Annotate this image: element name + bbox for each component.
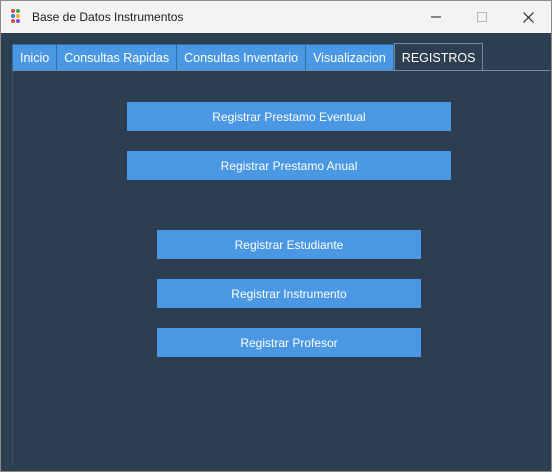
title-bar[interactable]: Base de Datos Instrumentos — [1, 1, 551, 33]
maximize-button[interactable] — [459, 1, 505, 33]
registrar-instrumento-button[interactable]: Registrar Instrumento — [157, 279, 421, 308]
maximize-icon — [477, 12, 487, 22]
registrar-estudiante-button[interactable]: Registrar Estudiante — [157, 230, 421, 259]
tab-registros[interactable]: REGISTROS — [393, 43, 484, 71]
tab-visualizacion[interactable]: Visualizacion — [306, 44, 394, 71]
registrar-prestamo-eventual-button[interactable]: Registrar Prestamo Eventual — [127, 102, 451, 131]
tab-consultas-rapidas[interactable]: Consultas Rapidas — [57, 44, 178, 71]
minimize-icon — [431, 16, 441, 18]
close-icon — [522, 11, 534, 23]
registrar-profesor-button[interactable]: Registrar Profesor — [157, 328, 421, 357]
close-button[interactable] — [505, 1, 551, 33]
registrar-prestamo-anual-button[interactable]: Registrar Prestamo Anual — [127, 151, 451, 180]
window-title: Base de Datos Instrumentos — [32, 10, 184, 24]
app-window: Base de Datos Instrumentos Inicio Consul… — [0, 0, 552, 472]
tab-inicio[interactable]: Inicio — [12, 44, 58, 71]
tab-bar: Inicio Consultas Rapidas Consultas Inven… — [12, 43, 484, 71]
app-dots-icon — [11, 9, 25, 25]
tab-consultas-inventario[interactable]: Consultas Inventario — [177, 44, 307, 71]
minimize-button[interactable] — [413, 1, 459, 33]
